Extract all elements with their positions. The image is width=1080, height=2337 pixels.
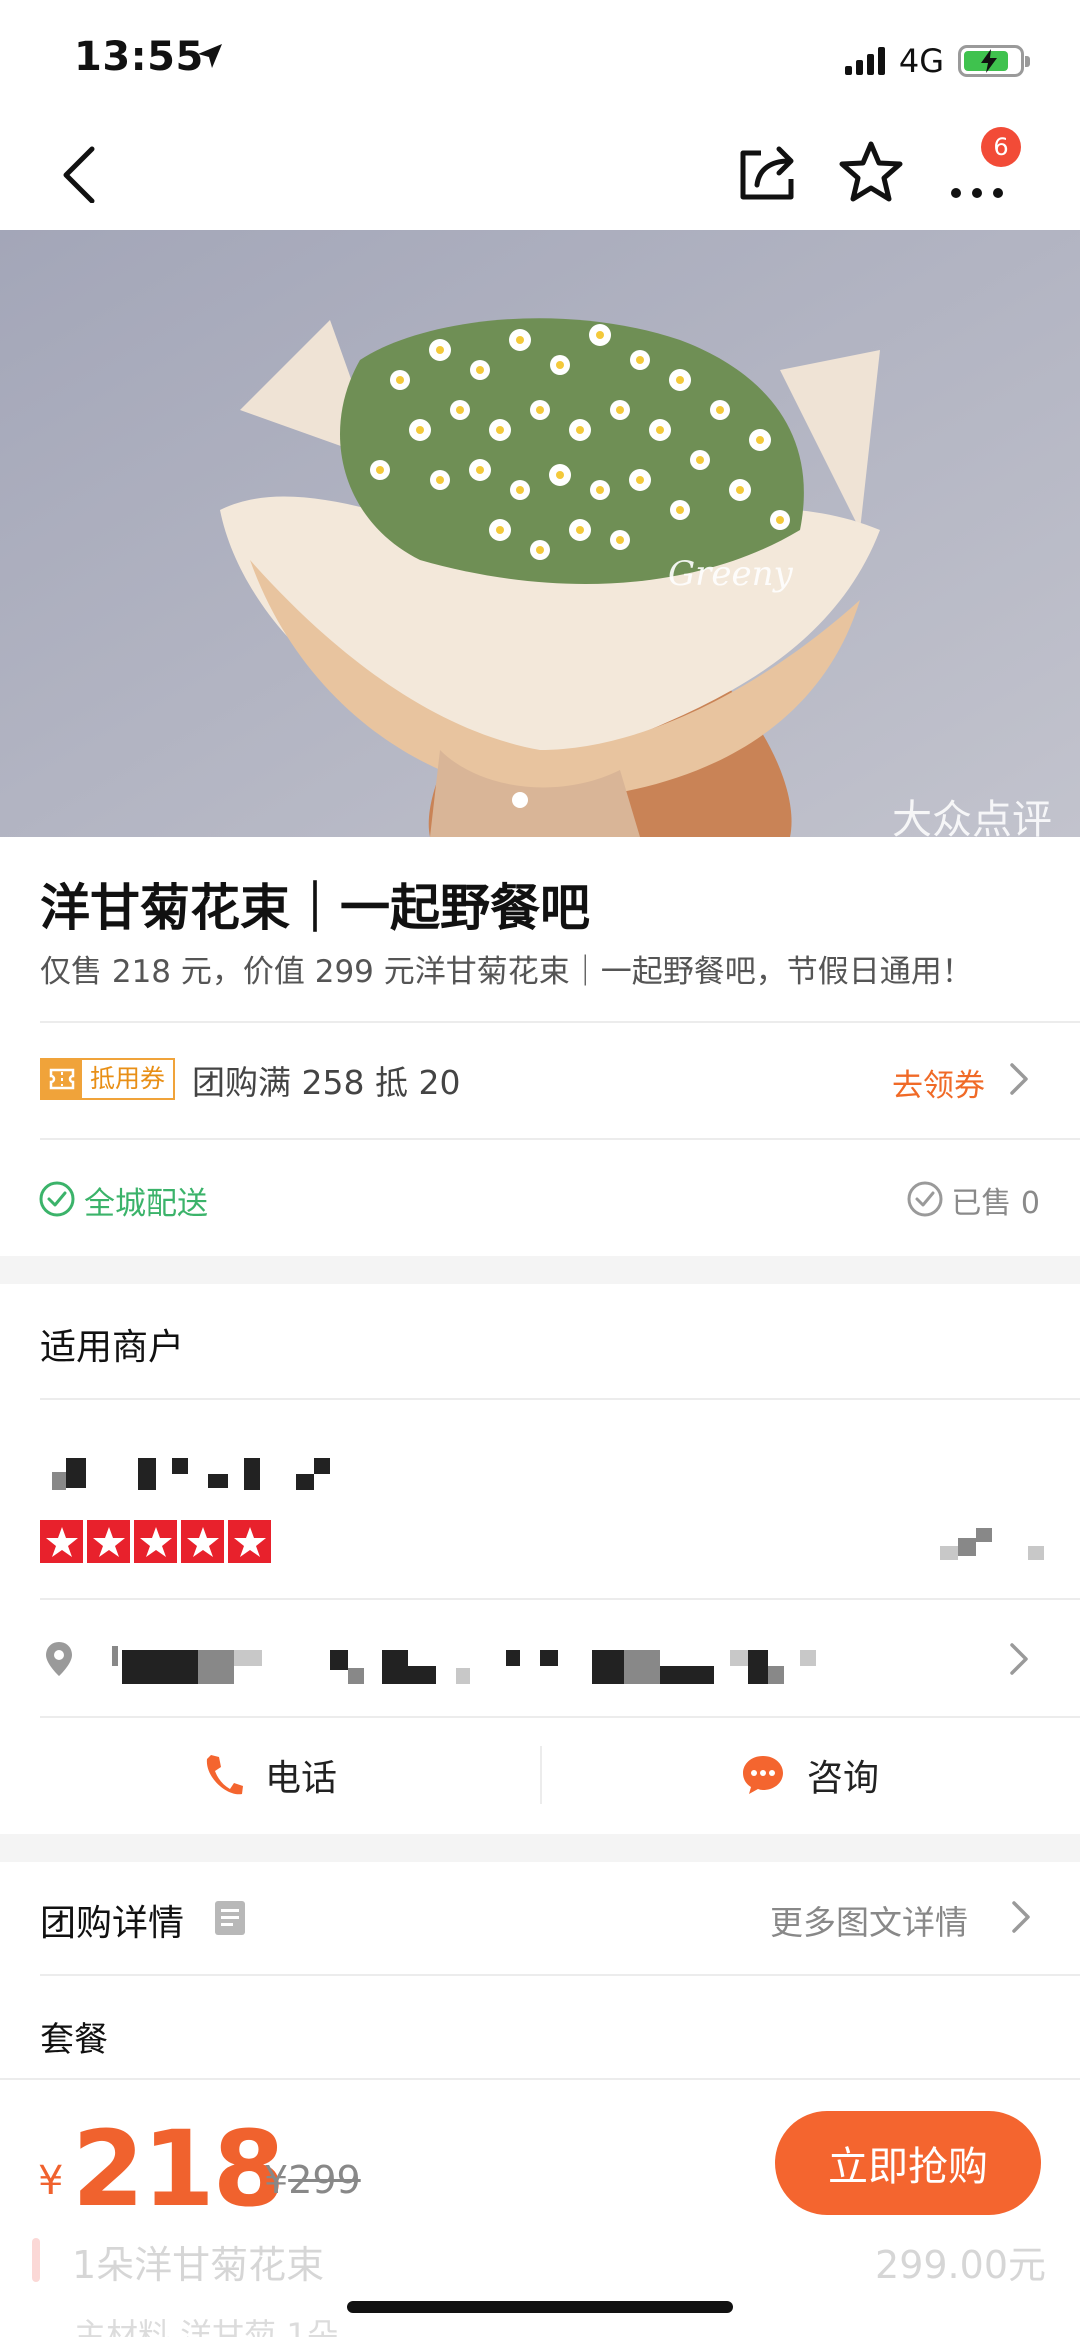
network-type: 4G — [898, 42, 944, 80]
document-icon — [215, 1901, 245, 1935]
image-caption: Greeny — [668, 554, 794, 594]
product-image[interactable]: Greeny 大众点评 — [0, 230, 1080, 837]
phone-button[interactable]: 电话 — [0, 1720, 540, 1830]
back-icon[interactable] — [52, 143, 112, 203]
signal-icon — [844, 47, 885, 75]
price-currency: ¥ — [38, 2158, 64, 2204]
chevron-right-icon[interactable] — [1008, 1642, 1030, 1676]
image-watermark: 大众点评 — [892, 797, 1052, 837]
package-item-price: 299.00元 — [875, 2243, 1046, 2287]
rating-stars — [40, 1520, 271, 1563]
deal-price: 218 — [72, 2108, 285, 2230]
divider — [40, 1716, 1080, 1718]
more-details-link[interactable]: 更多图文详情 — [770, 1896, 968, 1944]
home-indicator[interactable] — [347, 2301, 733, 2313]
star-icon — [87, 1520, 130, 1563]
original-currency: ¥ — [264, 2158, 289, 2202]
consult-button[interactable]: 咨询 — [540, 1720, 1080, 1830]
product-title: 洋甘菊花束｜一起野餐吧 — [40, 879, 590, 937]
details-heading: 团购详情 — [40, 1903, 185, 1944]
star-icon — [134, 1520, 177, 1563]
chat-bubble-icon — [742, 1756, 783, 1794]
buy-now-button[interactable]: 立即抢购 — [775, 2111, 1041, 2215]
notification-badge: 6 — [981, 127, 1021, 167]
package-item-material: 主材料 洋甘菊 1朵 — [74, 2316, 339, 2337]
battery-icon — [958, 45, 1030, 77]
favorite-star-icon[interactable] — [838, 139, 904, 205]
check-circle-icon — [39, 1181, 75, 1217]
original-price-value: 299 — [288, 2158, 361, 2202]
consult-label: 咨询 — [806, 1758, 879, 1799]
divider — [40, 1974, 1080, 1976]
status-indicators: 4G — [844, 42, 1030, 80]
star-icon — [228, 1520, 271, 1563]
divider — [40, 1398, 1080, 1400]
star-icon — [181, 1520, 224, 1563]
package-heading: 套餐 — [40, 2020, 108, 2060]
section-separator — [0, 1834, 1080, 1862]
star-icon — [40, 1520, 83, 1563]
sold-check-icon — [907, 1181, 943, 1217]
coupon-tag: 抵用券 — [40, 1058, 176, 1100]
share-icon[interactable] — [735, 139, 799, 203]
ticket-icon — [42, 1060, 82, 1098]
chevron-right-icon — [1010, 1063, 1028, 1095]
coupon-tag-label: 抵用券 — [90, 1064, 166, 1093]
delivery-label: 全城配送 — [84, 1186, 208, 1222]
divider — [40, 1138, 1080, 1140]
nav-bar — [0, 115, 1080, 230]
product-subtitle: 仅售 218 元，价值 299 元洋甘菊花束｜一起野餐吧，节假日通用！ — [40, 954, 973, 990]
original-price: ¥299 — [264, 2158, 361, 2202]
phone-label: 电话 — [264, 1758, 337, 1799]
location-pin-icon — [46, 1642, 72, 1676]
coupon-description: 团购满 258 抵 20 — [192, 1063, 461, 1102]
merchant-heading: 适用商户 — [40, 1327, 185, 1368]
sold-count: 已售 0 — [951, 1186, 1040, 1221]
package-item-marker — [32, 2238, 40, 2282]
location-arrow-icon — [198, 44, 222, 68]
status-bar: 13:55 4G — [0, 0, 1080, 115]
claim-coupon-link[interactable]: 去领券 — [892, 1060, 985, 1105]
section-separator — [0, 1256, 1080, 1284]
divider — [40, 1598, 1080, 1600]
carousel-dot[interactable] — [512, 792, 528, 808]
divider — [40, 1021, 1080, 1023]
status-time: 13:55 — [74, 34, 204, 80]
chevron-right-icon[interactable] — [1010, 1900, 1032, 1934]
package-item-name: 1朵洋甘菊花束 — [72, 2243, 325, 2287]
phone-icon — [206, 1755, 243, 1795]
